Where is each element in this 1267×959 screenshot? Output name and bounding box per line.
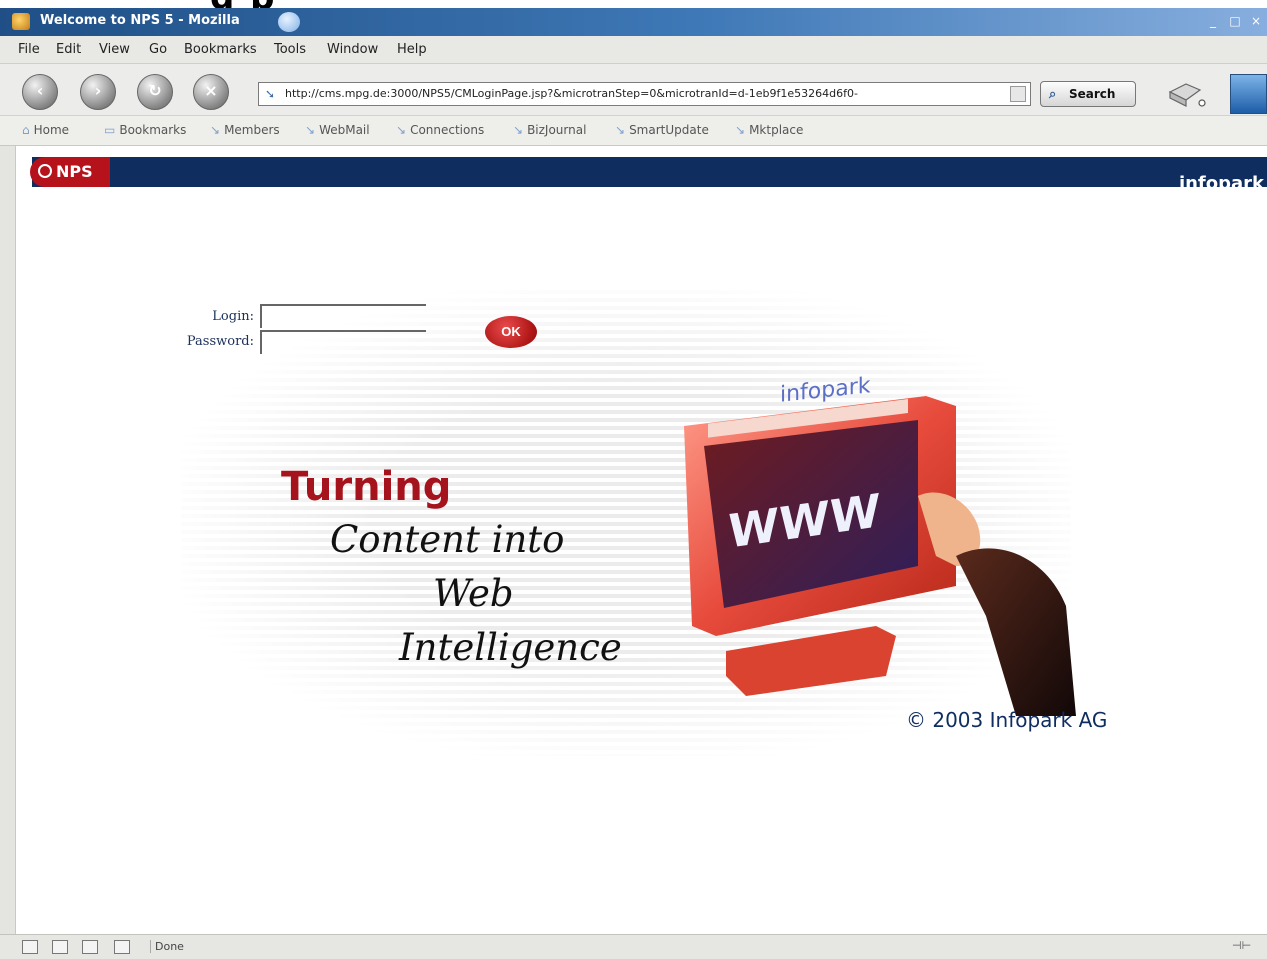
bookmark-members[interactable]: ↘ Members [210,123,280,137]
nps-logo-text: NPS [56,162,93,181]
bookmark-home[interactable]: ⌂ Home [22,123,69,137]
mozilla-app-icon [12,13,30,30]
menu-edit[interactable]: Edit [56,42,81,57]
bookmark-link-icon: ↘ [396,123,407,137]
maximize-button[interactable]: □ [1227,13,1243,29]
menu-tools[interactable]: Tools [274,42,306,57]
mail-component-icon[interactable] [52,940,68,954]
stop-button[interactable]: × [193,74,229,110]
bookmark-link-icon: ↘ [615,123,626,137]
monitor-illustration [684,396,1076,716]
status-text: Done [150,940,184,953]
cropped-header-strip: g p [0,0,1267,8]
tagline-turning: Turning [281,464,452,510]
search-button[interactable]: ⌕ Search [1040,81,1136,107]
password-label: Password: [186,334,254,349]
print-icon[interactable] [1166,80,1206,108]
folder-icon: ▭ [104,123,116,137]
menu-view[interactable]: View [99,42,130,57]
menu-bookmarks[interactable]: Bookmarks [184,42,257,57]
close-button[interactable]: × [1248,13,1264,29]
navigation-toolbar: ‹ › ↻ × ➘ http://cms.mpg.de:3000/NPS5/CM… [0,64,1267,116]
copyright-text: © 2003 Infopark AG [906,708,1108,732]
addressbook-component-icon[interactable] [114,940,130,954]
page-content: infopark NPS Login: Password: OK Turning… [15,146,1267,934]
reload-icon: ↻ [148,81,162,100]
bookmark-link-icon: ↘ [513,123,524,137]
bookmark-bizjournal[interactable]: ↘ BizJournal [513,123,586,137]
sidebar-grippy[interactable] [0,146,15,934]
bookmark-bookmarks[interactable]: ▭ Bookmarks [104,123,186,137]
tagline-content-into: Content into [330,518,565,561]
tagline-web: Web [433,572,514,615]
bookmark-link-icon: ↘ [735,123,746,137]
menu-help[interactable]: Help [397,42,427,57]
bookmark-mktplace[interactable]: ↘ Mktplace [735,123,803,137]
menu-window[interactable]: Window [327,42,378,57]
infopark-brand: infopark [1178,173,1264,194]
online-status-icon[interactable]: ⊣⊢ [1232,939,1260,955]
menubar: File Edit View Go Bookmarks Tools Window… [0,36,1267,64]
back-button[interactable]: ‹ [22,74,58,110]
forward-arrow-icon: › [94,81,102,100]
bookmark-smartupdate[interactable]: ↘ SmartUpdate [615,123,709,137]
login-label: Login: [212,309,254,324]
password-input[interactable] [260,330,426,354]
back-arrow-icon: ‹ [36,81,44,100]
throbber-icon[interactable] [1230,74,1267,114]
bookmark-connections[interactable]: ↘ Connections [396,123,484,137]
personal-toolbar: ⌂ Home ▭ Bookmarks ↘ Members ↘ WebMail ↘ Conn… [0,116,1267,146]
login-input[interactable] [260,304,426,328]
nps-header-bar: infopark [32,157,1267,194]
status-bar: Done ⊣⊢ [0,934,1267,959]
stop-icon: × [204,81,218,100]
search-icon: ⌕ [1049,87,1057,102]
home-icon: ⌂ [22,123,30,137]
nps-logo: NPS [30,157,110,187]
title-badge-icon [278,12,300,32]
nps-logo-mark-icon [38,164,52,178]
composer-component-icon[interactable] [82,940,98,954]
reload-button[interactable]: ↻ [137,74,173,110]
bookmark-link-icon: ↘ [210,123,221,137]
tagline-intelligence: Intelligence [399,626,622,669]
page-proxy-icon[interactable]: ➘ [265,87,279,101]
minimize-button[interactable]: _ [1205,13,1221,29]
menu-file[interactable]: File [18,42,40,57]
ok-button[interactable]: OK [485,316,537,348]
search-label: Search [1069,87,1116,101]
bookmark-webmail[interactable]: ↘ WebMail [305,123,370,137]
url-bar[interactable]: ➘ http://cms.mpg.de:3000/NPS5/CMLoginPag… [258,82,1031,106]
forward-button[interactable]: › [80,74,116,110]
url-text[interactable]: http://cms.mpg.de:3000/NPS5/CMLoginPage.… [285,87,858,100]
window-titlebar: Welcome to NPS 5 - Mozilla _ □ × [0,8,1267,36]
url-history-dropdown[interactable] [1010,86,1026,102]
menu-go[interactable]: Go [149,42,167,57]
navigator-component-icon[interactable] [22,940,38,954]
bookmark-link-icon: ↘ [305,123,316,137]
window-title: Welcome to NPS 5 - Mozilla [40,13,240,28]
